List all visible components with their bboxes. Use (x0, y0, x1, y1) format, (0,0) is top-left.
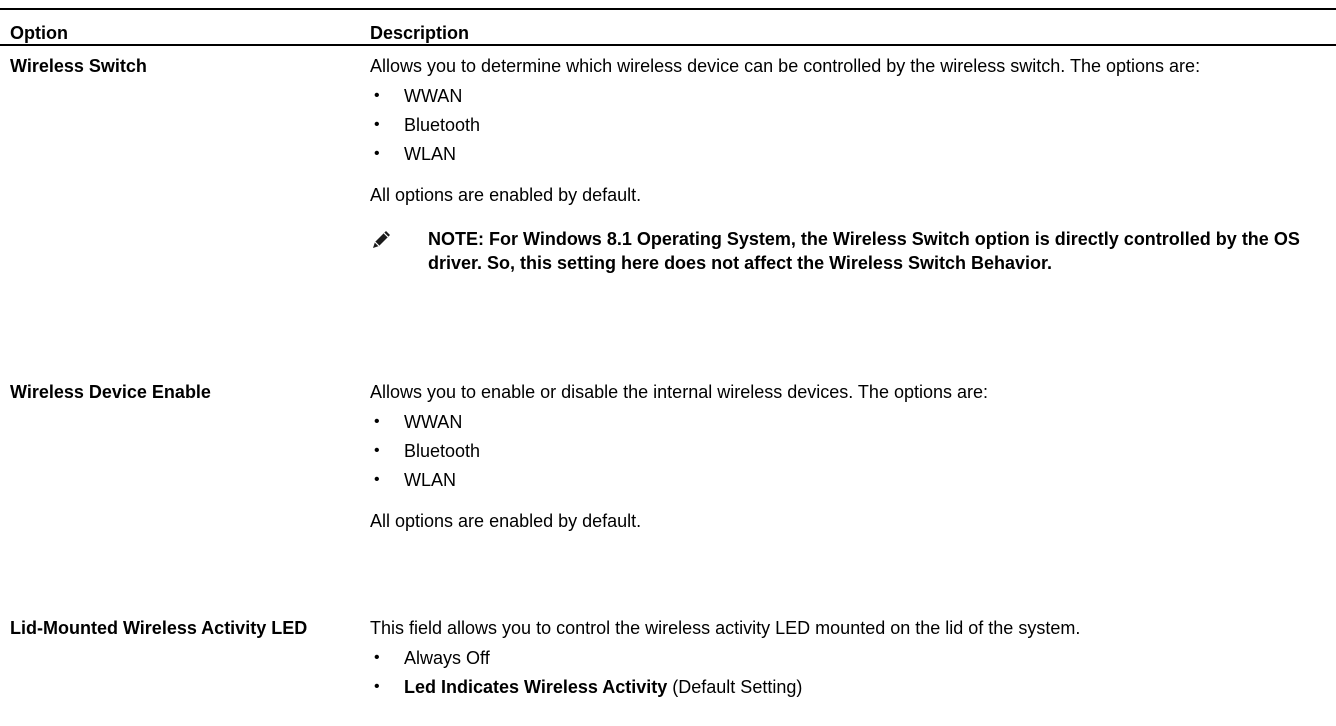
list-item: • WWAN (374, 412, 463, 432)
list-item: • WWAN (374, 86, 463, 106)
bullet-icon: • (374, 116, 380, 133)
option-list: • WWAN • Bluetooth • WLAN (370, 84, 1320, 171)
table-header: Option Description (0, 10, 1336, 46)
description-text: Allows you to determine which wireless d… (370, 56, 1201, 76)
description-text: Allows you to enable or disable the inte… (370, 382, 989, 402)
option-description: Allows you to determine which wireless d… (370, 54, 1320, 275)
list-item: • Led Indicates Wireless Activity (Defaul… (370, 675, 1320, 704)
bullet-icon: • (374, 471, 380, 488)
default-text: All options are enabled by default. (370, 511, 642, 531)
option-description: Allows you to enable or disable the inte… (370, 380, 1320, 533)
list-item: • Bluetooth (374, 441, 481, 461)
bullet-icon: • (374, 413, 380, 430)
pencil-note-icon (373, 231, 390, 248)
list-item: • WLAN (374, 470, 457, 490)
default-text: All options are enabled by default. (370, 185, 642, 205)
option-name: Wireless Device Enable (10, 382, 211, 402)
description-text: This field allows you to control the wir… (370, 618, 1081, 638)
default-setting-label: (Default Setting) (667, 677, 803, 697)
bullet-icon: • (374, 678, 380, 695)
list-item: • Always Off (374, 648, 490, 668)
table-row: Lid-Mounted Wireless Activity LED This f… (0, 602, 1336, 726)
option-list: • Always Off • Led Indicates Wireless Acti… (370, 646, 1320, 704)
bullet-icon: • (374, 442, 380, 459)
note-block: NOTE: For Windows 8.1 Operating System, … (370, 227, 1320, 275)
table-row: Wireless Device Enable Allows you to ena… (0, 366, 1336, 602)
bullet-icon: • (374, 649, 380, 666)
bullet-icon: • (374, 145, 380, 162)
header-option: Option (10, 23, 68, 43)
table-row: Wireless Switch Allows you to determine … (0, 46, 1336, 366)
option-name: Wireless Switch (10, 56, 147, 76)
default-option: Led Indicates Wireless Activity (404, 677, 668, 697)
header-description: Description (370, 23, 470, 43)
option-list: • WWAN • Bluetooth • WLAN (370, 410, 1320, 497)
note-text: NOTE: For Windows 8.1 Operating System, … (428, 229, 1300, 273)
settings-table: Option Description Wireless Switch Allow… (0, 8, 1336, 726)
list-item: • WLAN (374, 144, 457, 164)
list-item: • Bluetooth (374, 115, 481, 135)
option-description: This field allows you to control the wir… (370, 616, 1320, 704)
bullet-icon: • (374, 87, 380, 104)
option-name: Lid-Mounted Wireless Activity LED (10, 618, 308, 638)
